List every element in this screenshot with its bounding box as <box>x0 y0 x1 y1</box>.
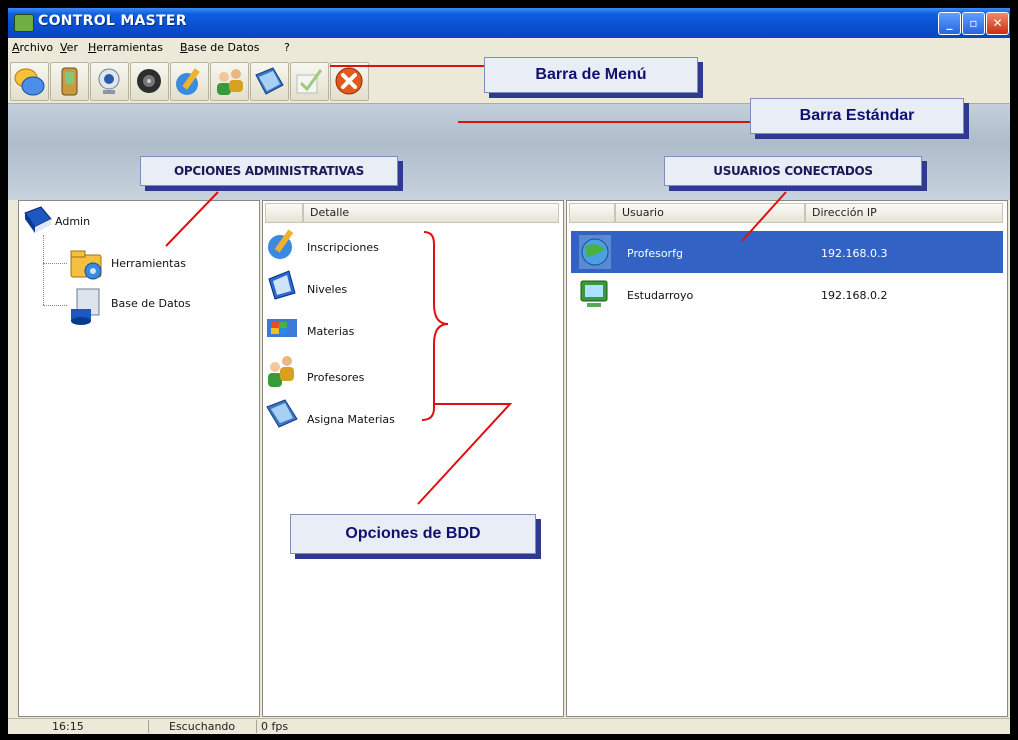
callout-barra-de-menu: Barra de Menú <box>484 57 698 93</box>
annotation-line <box>165 191 219 247</box>
brace-annotation <box>421 231 449 421</box>
callout-opciones-administrativas: OPCIONES ADMINISTRATIVAS <box>140 156 398 186</box>
application-window: CONTROL MASTER _ ▫ ✕ Archivo Ver Herrami… <box>8 8 1010 734</box>
callout-opciones-de-bdd: Opciones de BDD <box>290 514 536 554</box>
annotation-line <box>741 191 787 242</box>
screenshot-frame: CONTROL MASTER _ ▫ ✕ Archivo Ver Herrami… <box>0 0 1018 740</box>
annotation-line <box>417 403 513 505</box>
callout-barra-estandar: Barra Estándar <box>750 98 964 134</box>
callout-usuarios-conectados: USUARIOS CONECTADOS <box>664 156 922 186</box>
